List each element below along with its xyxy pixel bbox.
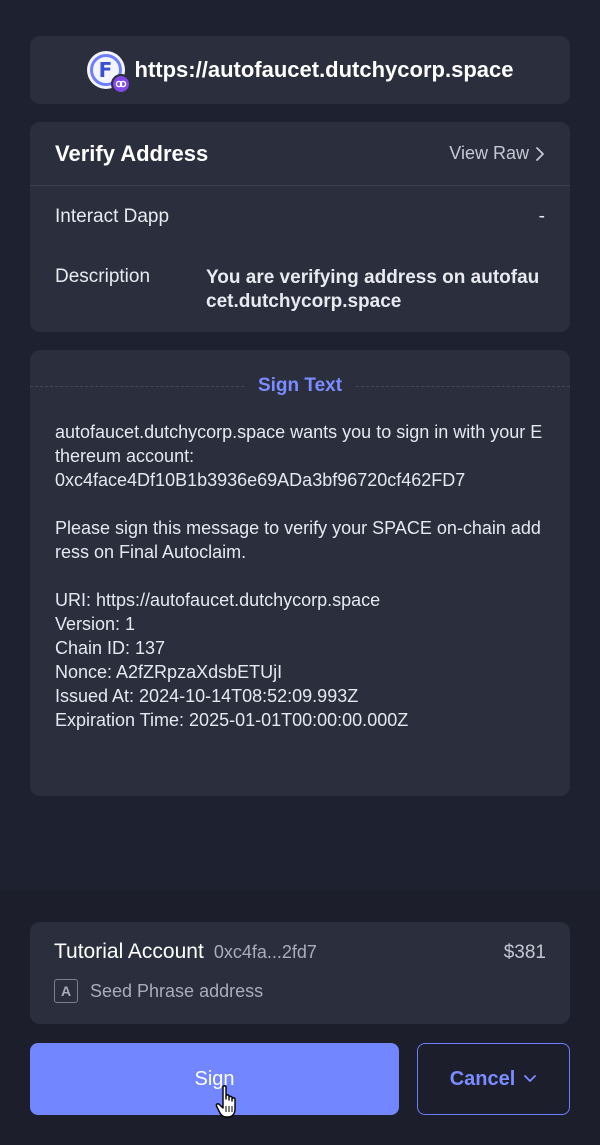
description-value: You are verifying address on autofaucet.…	[206, 267, 540, 312]
account-summary: Tutorial Account 0xc4fa...2fd7 $381	[54, 940, 546, 964]
verify-address-card: Verify Address View Raw Interact Dapp - …	[30, 122, 570, 332]
view-raw-label: View Raw	[449, 143, 529, 163]
chevron-right-icon	[536, 146, 544, 161]
account-card[interactable]: Tutorial Account 0xc4fa...2fd7 $381 A Se…	[30, 922, 570, 1024]
interact-dapp-label: Interact Dapp	[55, 206, 170, 227]
account-name: Tutorial Account	[54, 940, 204, 963]
verify-card-header: Verify Address View Raw	[30, 122, 570, 186]
request-panel: F https://autofaucet.dutchycorp.space Ve…	[0, 0, 600, 890]
sign-text-header: Sign Text	[30, 372, 571, 400]
interact-dapp-row: Interact Dapp -	[55, 206, 545, 228]
chevron-down-icon	[524, 1075, 537, 1082]
site-header: F https://autofaucet.dutchycorp.space	[30, 36, 570, 104]
seed-phrase-icon: A	[54, 979, 78, 1003]
sign-text-title: Sign Text	[257, 375, 343, 396]
account-type: A Seed Phrase address	[54, 979, 263, 1003]
site-url: https://autofaucet.dutchycorp.space	[134, 57, 514, 82]
description-row: Description You are verifying address on…	[55, 266, 545, 314]
sign-message: autofaucet.dutchycorp.space wants you to…	[55, 422, 543, 730]
site-logo-letter: F	[98, 58, 113, 82]
description-label: Description	[55, 266, 151, 287]
cancel-button[interactable]: Cancel	[417, 1043, 570, 1115]
polygon-chain-icon	[110, 74, 131, 94]
account-type-label: Seed Phrase address	[90, 980, 264, 1001]
site-logo: F	[86, 51, 131, 94]
divider-right	[356, 385, 571, 387]
interact-dapp-value: -	[538, 206, 545, 227]
divider-left	[30, 385, 244, 387]
verify-title: Verify Address	[55, 140, 209, 166]
sign-button-label: Sign	[194, 1067, 235, 1090]
view-raw-link[interactable]: View Raw	[449, 143, 545, 164]
account-address: 0xc4fa...2fd7	[213, 942, 317, 962]
cancel-button-label: Cancel	[449, 1067, 516, 1090]
account-balance: $381	[503, 942, 546, 963]
sign-text-card: Sign Text autofaucet.dutchycorp.space wa…	[30, 350, 571, 796]
sign-button[interactable]: Sign	[30, 1043, 399, 1115]
